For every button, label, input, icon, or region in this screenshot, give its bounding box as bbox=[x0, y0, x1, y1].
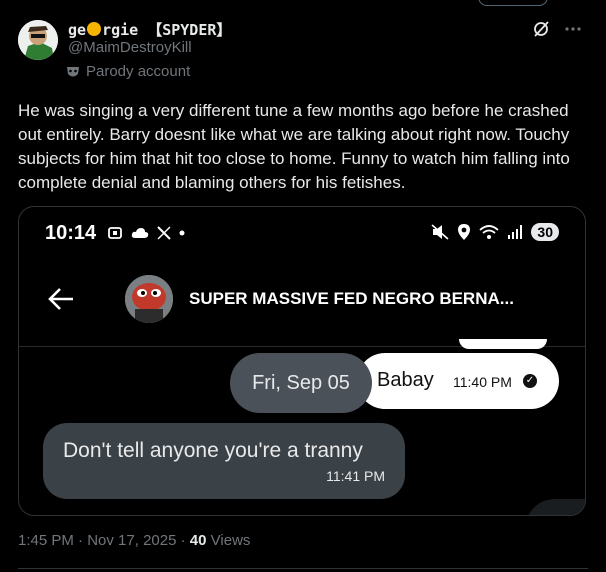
author-handle[interactable]: @MaimDestroyKill bbox=[68, 39, 192, 56]
location-icon bbox=[458, 224, 471, 240]
divider bbox=[18, 568, 588, 569]
tweet-time[interactable]: 1:45 PM bbox=[18, 532, 74, 549]
back-arrow-icon[interactable] bbox=[47, 287, 75, 311]
previous-message-bubble bbox=[459, 339, 547, 349]
wifi-icon bbox=[479, 225, 500, 239]
views-count: 40 bbox=[189, 532, 207, 549]
author-name[interactable]: ge rgie 【SPYDER】 bbox=[68, 19, 231, 40]
incoming-message-time: 11:41 PM bbox=[326, 468, 385, 484]
parody-label: Parody account bbox=[66, 63, 190, 80]
scroll-button-partial[interactable] bbox=[525, 499, 585, 515]
contact-name: SUPER MASSIVE FED NEGRO BERNA... bbox=[189, 289, 514, 308]
author-name-part: ge bbox=[68, 21, 87, 39]
battery-indicator: 30 bbox=[531, 223, 559, 241]
status-time: 10:14 bbox=[45, 222, 97, 244]
parody-label-text: Parody account bbox=[86, 63, 191, 80]
screenshot-icon bbox=[108, 227, 122, 239]
chat-header: SUPER MASSIVE FED NEGRO BERNA... bbox=[43, 271, 565, 327]
outgoing-message-time: 11:40 PM bbox=[453, 374, 512, 390]
emoji-icon bbox=[87, 22, 102, 36]
contact-avatar[interactable] bbox=[125, 275, 173, 323]
x-logo-icon bbox=[157, 226, 171, 240]
read-check-icon: ✓ bbox=[523, 374, 537, 388]
follow-button-edge[interactable] bbox=[478, 0, 548, 6]
views-label: Views bbox=[210, 532, 251, 549]
tweet-media[interactable]: 10:14 30 SUPER MASSIVE FED NEGRO BERNA..… bbox=[18, 206, 586, 516]
phone-status-bar: 10:14 30 bbox=[45, 221, 559, 247]
outgoing-message[interactable]: Babay 11:40 PM ✓ bbox=[357, 353, 559, 409]
tweet-date[interactable]: Nov 17, 2025 bbox=[87, 532, 176, 549]
tweet-text: He was singing a very different tune a f… bbox=[18, 101, 570, 192]
outgoing-message-text: Babay bbox=[377, 369, 434, 391]
more-icon[interactable] bbox=[564, 20, 582, 38]
parody-mask-icon bbox=[67, 66, 79, 76]
cloud-icon bbox=[131, 228, 149, 238]
author-name-part: rgie 【SPYDER】 bbox=[102, 21, 232, 39]
tweet-meta: 1:45 PM · Nov 17, 2025 · 40 Views bbox=[18, 532, 251, 549]
notification-dot-icon bbox=[179, 230, 185, 236]
incoming-message-text: Don't tell anyone you're a tranny bbox=[63, 439, 363, 462]
avatar[interactable] bbox=[18, 20, 58, 60]
incoming-message[interactable]: Don't tell anyone you're a tranny 11:41 … bbox=[43, 423, 405, 499]
date-chip: Fri, Sep 05 bbox=[230, 353, 372, 413]
grok-icon[interactable] bbox=[532, 20, 550, 38]
mute-icon bbox=[431, 224, 449, 240]
signal-icon bbox=[508, 225, 523, 239]
